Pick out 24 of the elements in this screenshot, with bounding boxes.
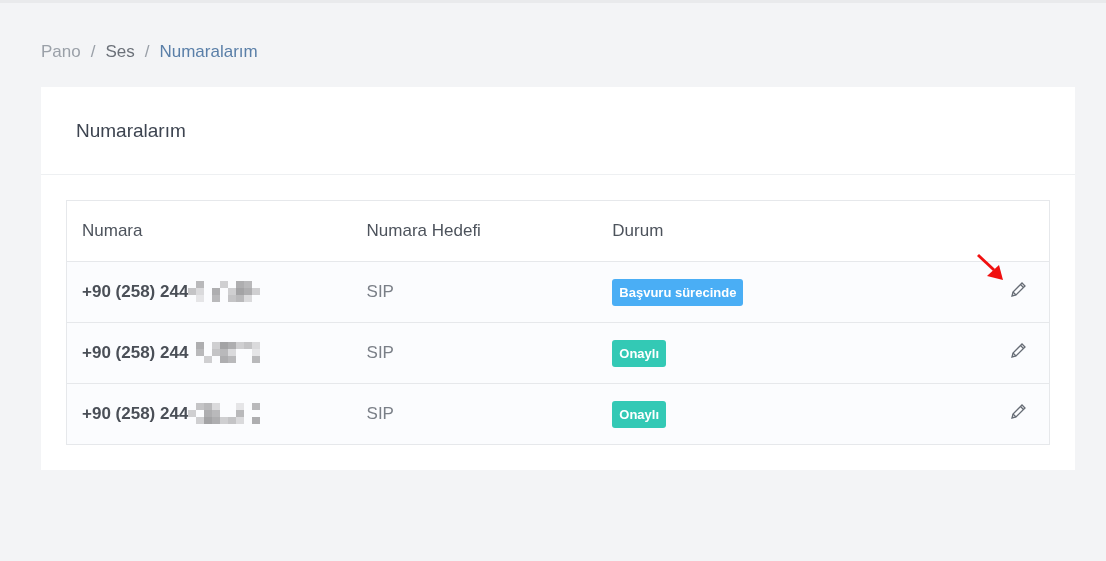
status-badge: Başvuru sürecinde bbox=[612, 278, 744, 306]
breadcrumb-separator: / bbox=[144, 42, 150, 62]
pencil-icon bbox=[1010, 342, 1027, 359]
phone-number: +90 (258) 244 bbox=[82, 404, 189, 424]
breadcrumb-link[interactable]: Ses bbox=[105, 42, 135, 62]
breadcrumb-separator: / bbox=[90, 42, 96, 62]
column-header: Numara bbox=[66, 200, 352, 262]
pencil-icon bbox=[1010, 403, 1027, 420]
edit-button[interactable] bbox=[1010, 403, 1027, 420]
status-badge: Onaylı bbox=[612, 400, 667, 428]
table-cell: SIP bbox=[351, 383, 598, 445]
edit-button[interactable] bbox=[1010, 281, 1027, 298]
column-header: Durum bbox=[597, 200, 936, 262]
phone-number: +90 (258) 244 bbox=[82, 282, 189, 302]
edit-button[interactable] bbox=[1010, 342, 1027, 359]
phone-number: +90 (258) 244 bbox=[82, 343, 189, 363]
breadcrumb-link[interactable]: Numaralarım bbox=[159, 42, 258, 62]
table-cell: SIP bbox=[351, 322, 598, 384]
status-badge: Onaylı bbox=[612, 339, 667, 367]
pencil-icon bbox=[1010, 281, 1027, 298]
table-cell: SIP bbox=[351, 261, 598, 323]
breadcrumb-link[interactable]: Pano bbox=[41, 42, 81, 62]
column-header: Numara Hedefi bbox=[351, 200, 598, 262]
card-title: Numaralarım bbox=[76, 119, 186, 142]
